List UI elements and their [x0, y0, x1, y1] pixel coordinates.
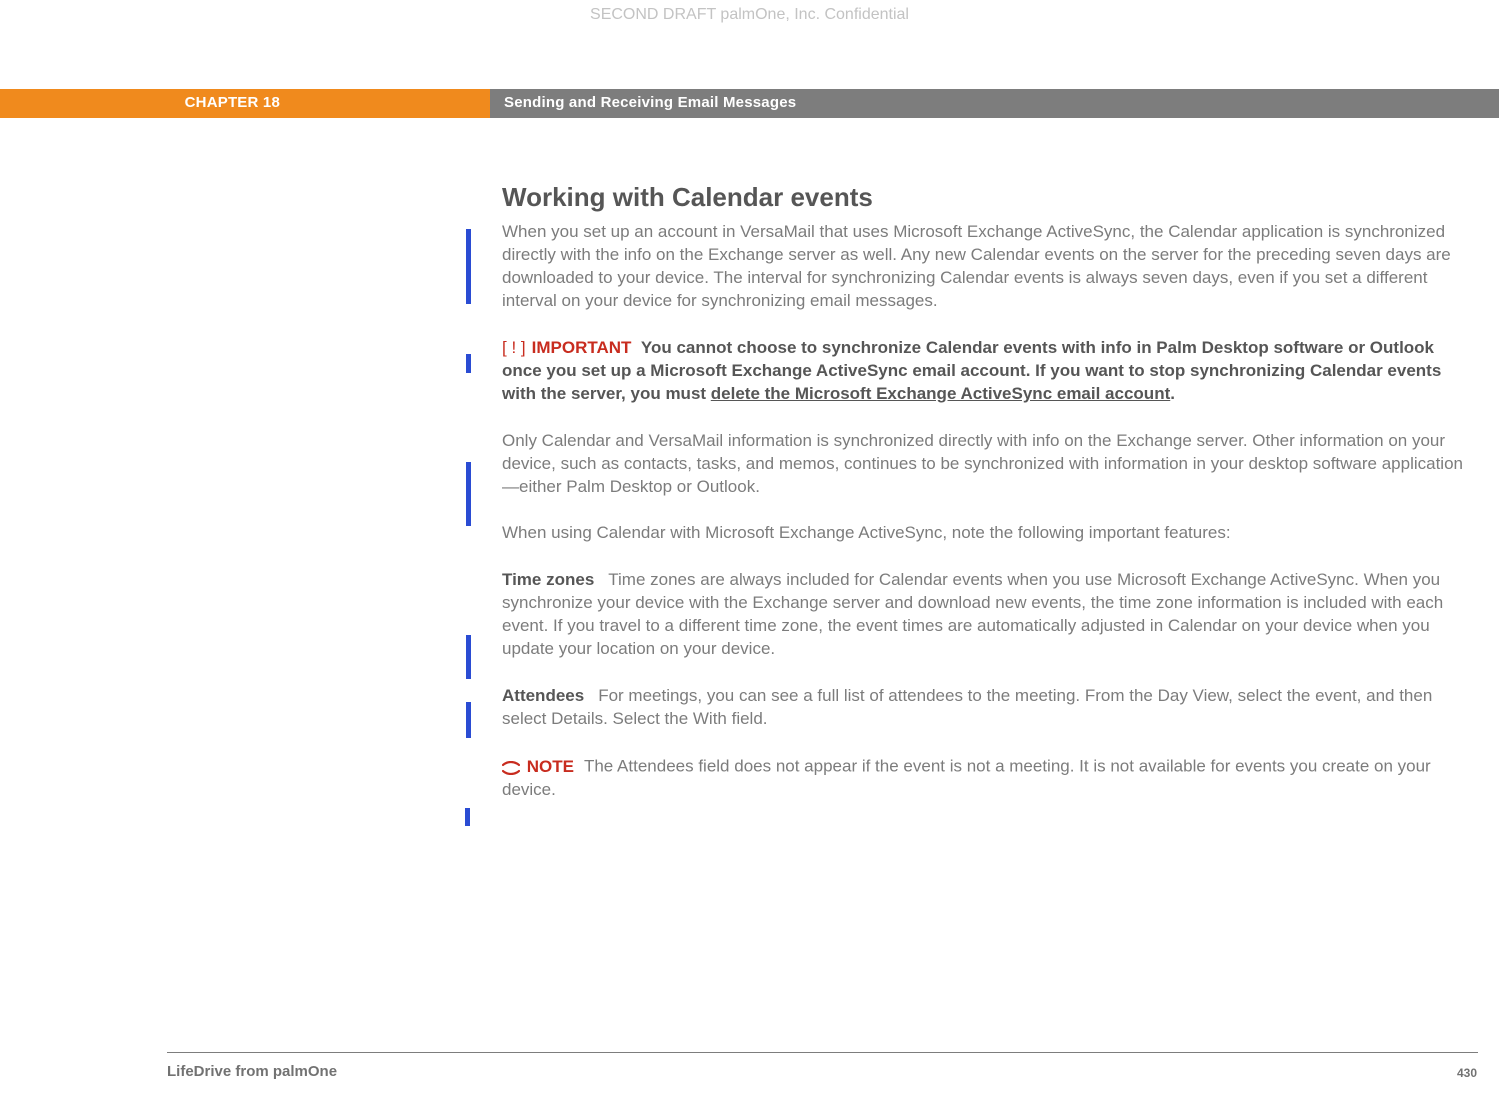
important-link[interactable]: delete the Microsoft Exchange ActiveSync…: [711, 384, 1170, 403]
main-content: Working with Calendar events When you se…: [502, 180, 1472, 826]
change-bar: [466, 635, 471, 679]
change-bar: [465, 808, 470, 826]
attendees-body: For meetings, you can see a full list of…: [502, 686, 1432, 728]
timezones-block: Time zonesTime zones are always included…: [502, 569, 1472, 661]
note-block: NOTEThe Attendees field does not appear …: [502, 755, 1472, 802]
section-title: Sending and Receiving Email Messages: [504, 93, 796, 113]
footer-rule: [167, 1052, 1478, 1053]
attendees-block: AttendeesFor meetings, you can see a ful…: [502, 685, 1472, 731]
note-label: NOTE: [527, 757, 574, 776]
timezones-label: Time zones: [502, 570, 594, 589]
footer-left: LifeDrive from palmOne: [167, 1062, 337, 1082]
timezones-body: Time zones are always included for Calen…: [502, 570, 1443, 658]
change-bar: [466, 229, 471, 304]
features-lead: When using Calendar with Microsoft Excha…: [502, 522, 1472, 545]
change-bar: [466, 702, 471, 738]
chapter-label: CHAPTER 18: [185, 93, 280, 113]
page-heading: Working with Calendar events: [502, 180, 1472, 215]
watermark: SECOND DRAFT palmOne, Inc. Confidential: [0, 4, 1499, 26]
important-badge: [ ! ]: [502, 338, 526, 357]
chapter-header-left: CHAPTER 18: [0, 89, 490, 118]
attendees-label: Attendees: [502, 686, 584, 705]
change-bar: [466, 354, 471, 373]
important-text-suffix: .: [1170, 384, 1175, 403]
sync-scope-paragraph: Only Calendar and VersaMail information …: [502, 430, 1472, 499]
section-header-bar: Sending and Receiving Email Messages: [490, 89, 1499, 118]
important-label: IMPORTANT: [532, 338, 632, 357]
chapter-bar: CHAPTER 18: [0, 89, 490, 118]
page-number: 430: [1457, 1065, 1477, 1081]
note-body: The Attendees field does not appear if t…: [502, 757, 1431, 800]
intro-paragraph: When you set up an account in VersaMail …: [502, 221, 1472, 313]
important-block: [ ! ]IMPORTANT You cannot choose to sync…: [502, 337, 1472, 406]
change-bar: [466, 462, 471, 526]
note-icon: [502, 755, 520, 779]
